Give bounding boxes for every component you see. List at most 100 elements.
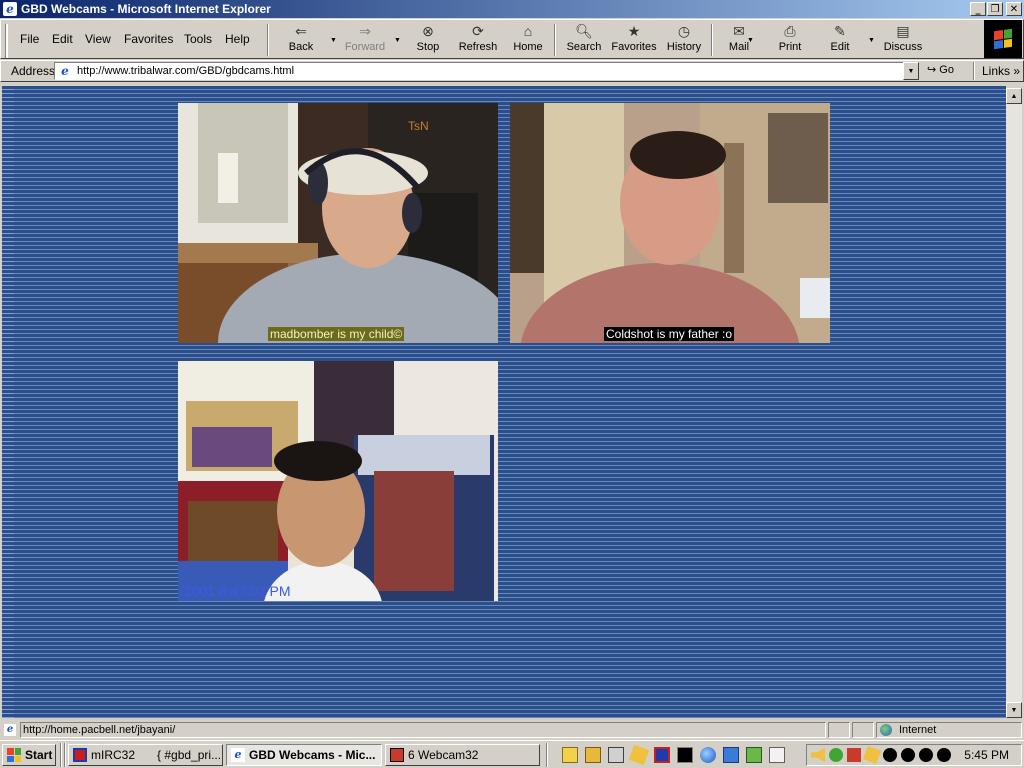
quicklaunch-explorer-icon[interactable] — [608, 747, 624, 763]
refresh-button[interactable]: ⟳ Refresh — [452, 23, 504, 59]
mail-dropdown-icon[interactable]: ▼ — [747, 37, 754, 44]
forward-button[interactable]: ⇒ Forward — [339, 23, 391, 59]
quicklaunch-ie-icon[interactable] — [700, 747, 716, 763]
menu-help[interactable]: Help — [225, 32, 250, 46]
refresh-label: Refresh — [458, 41, 498, 53]
back-dropdown-icon[interactable]: ▼ — [330, 37, 337, 44]
webcam-1-caption: madbomber is my child© — [268, 327, 405, 341]
edit-button[interactable]: ✎ Edit — [814, 23, 866, 59]
menu-edit[interactable]: Edit — [52, 32, 73, 46]
back-button[interactable]: ⇐ Back — [275, 23, 327, 59]
network-tray-icon[interactable] — [829, 748, 843, 762]
webcam-1-tag: TsN — [408, 119, 429, 133]
forward-label: Forward — [344, 41, 386, 53]
edit-page-icon: ✎ — [834, 23, 846, 39]
page-left-strip — [2, 86, 14, 718]
links-button[interactable]: Links » — [982, 64, 1020, 78]
close-button[interactable]: ✕ — [1006, 2, 1022, 16]
minimize-button[interactable]: _ — [970, 2, 986, 16]
back-arrow-icon: ⇐ — [295, 23, 307, 39]
webcam32-icon — [390, 748, 404, 762]
mirc-icon — [73, 748, 87, 762]
toolbar-separator — [267, 24, 269, 56]
status-text: http://home.pacbell.net/jbayani/ — [20, 722, 826, 738]
scroll-down-button[interactable]: ▼ — [1006, 702, 1022, 718]
search-button[interactable]: 🔍︎ Search — [558, 23, 610, 59]
system-tray: 5:45 PM — [806, 744, 1022, 766]
quicklaunch-mirc-icon[interactable] — [654, 747, 670, 763]
play-icon[interactable] — [901, 748, 915, 762]
start-button[interactable]: Start — [2, 744, 56, 766]
maximize-button[interactable]: ❐ — [987, 2, 1003, 16]
stop-icon: ⊗ — [422, 23, 434, 39]
command-bar: File Edit View Favorites Tools Help ⇐ Ba… — [0, 19, 1024, 59]
favorites-folder-icon: ★ — [627, 23, 641, 39]
stop-button[interactable]: ⊗ Stop — [402, 23, 454, 59]
scroll-up-button[interactable]: ▲ — [1006, 88, 1022, 104]
discuss-label: Discuss — [883, 41, 923, 53]
menu-view[interactable]: View — [85, 32, 111, 46]
edit-dropdown-icon[interactable]: ▼ — [868, 37, 875, 44]
page-icon: e — [58, 64, 72, 78]
discuss-icon: ▤ — [896, 23, 910, 39]
webcam-tray-icon[interactable] — [847, 748, 861, 762]
task-mirc[interactable]: mIRC32 { #gbd_pri... — [68, 744, 223, 766]
search-label: Search — [566, 41, 602, 53]
grip[interactable] — [5, 24, 8, 58]
quicklaunch-folder-icon[interactable] — [585, 747, 601, 763]
quicklaunch-search-icon[interactable] — [562, 747, 578, 763]
forward-dropdown-icon[interactable]: ▼ — [394, 37, 401, 44]
window-title: GBD Webcams - Microsoft Internet Explore… — [21, 2, 271, 16]
menu-file[interactable]: File — [20, 32, 39, 46]
task-ie-active[interactable]: e GBD Webcams - Mic... — [226, 744, 382, 766]
home-icon: ⌂ — [523, 23, 533, 39]
status-page-icon: e — [4, 724, 16, 736]
go-label: Go — [939, 64, 954, 76]
windows-flag-icon — [994, 28, 1012, 50]
task-ie-label: GBD Webcams - Mic... — [249, 748, 376, 762]
taskbar-separator — [546, 743, 548, 767]
quicklaunch-winamp-icon[interactable] — [628, 744, 650, 766]
windows-start-icon — [7, 748, 21, 762]
quicklaunch-app-icon[interactable] — [746, 747, 762, 763]
links-separator — [973, 62, 975, 80]
winamp-tray-icon[interactable] — [863, 746, 881, 764]
page-content: TsN madbomber is my child© Coldshot is m… — [2, 86, 1006, 718]
status-zone: Internet — [876, 722, 1022, 738]
webcam-image-2 — [510, 103, 830, 343]
address-dropdown-button[interactable]: ▼ — [903, 62, 919, 80]
quicklaunch-desktop-icon[interactable] — [769, 747, 785, 763]
clock[interactable]: 5:45 PM — [964, 748, 1009, 762]
home-button[interactable]: ⌂ Home — [502, 23, 554, 59]
menu-favorites[interactable]: Favorites — [124, 32, 173, 46]
webcam-coldshot: Coldshot is my father :o — [510, 103, 830, 343]
mail-icon: ✉ — [733, 23, 745, 39]
quicklaunch-outlook-icon[interactable] — [723, 747, 739, 763]
go-button[interactable]: ↪ Go — [927, 63, 954, 76]
search-icon: 🔍︎ — [575, 23, 593, 39]
task-mirc-label: mIRC32 — [91, 748, 136, 762]
favorites-button[interactable]: ★ Favorites — [608, 23, 660, 59]
task-webcam32[interactable]: 6 Webcam32 — [385, 744, 540, 766]
mail-button[interactable]: ✉ Mail — [713, 23, 765, 59]
home-label: Home — [513, 41, 543, 53]
task-webcam32-label: 6 Webcam32 — [408, 748, 479, 762]
webcam-2-caption: Coldshot is my father :o — [604, 327, 735, 341]
quicklaunch-console-icon[interactable] — [677, 747, 693, 763]
toolbar-separator — [554, 24, 556, 56]
volume-speaker-icon[interactable] — [811, 748, 825, 762]
discuss-button[interactable]: ▤ Discuss — [877, 23, 929, 59]
taskbar-separator — [60, 743, 62, 767]
webcam-jbayani: /2001 8:47:02 PM — [178, 361, 498, 601]
stop-track-icon[interactable] — [919, 748, 933, 762]
next-track-icon[interactable] — [937, 748, 951, 762]
vertical-scrollbar[interactable]: ▲ ▼ — [1006, 88, 1022, 718]
stop-label: Stop — [416, 41, 440, 53]
window-title-bar[interactable]: e GBD Webcams - Microsoft Internet Explo… — [0, 0, 1024, 18]
previous-track-icon[interactable] — [883, 748, 897, 762]
print-button[interactable]: ⎙ Print — [764, 23, 816, 59]
address-input[interactable]: http://www.tribalwar.com/GBD/gbdcams.htm… — [54, 62, 904, 80]
history-button[interactable]: ◷ History — [658, 23, 710, 59]
menu-tools[interactable]: Tools — [184, 32, 212, 46]
ie-task-icon: e — [231, 748, 245, 762]
